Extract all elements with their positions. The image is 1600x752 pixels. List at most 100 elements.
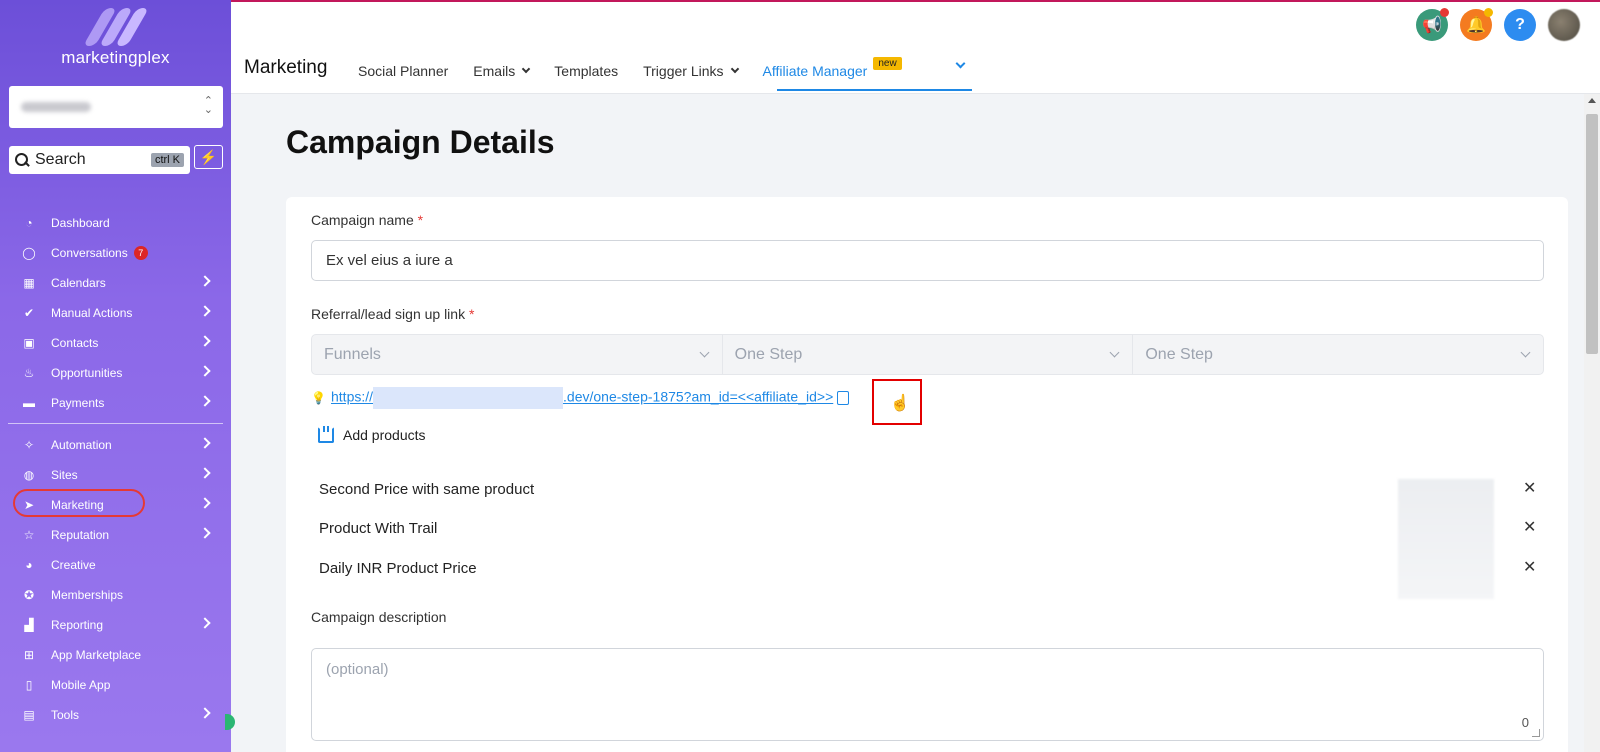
chart-line-icon: ▟	[24, 618, 34, 632]
sidebar-item-label: Memberships	[51, 588, 124, 602]
sidebar-item-conversations[interactable]: ◯ Conversations 7	[0, 238, 231, 268]
bell-icon[interactable]: 🔔	[1460, 8, 1493, 41]
referral-link-label: Referral/lead sign up link *	[311, 306, 475, 322]
sidebar-item-label: Creative	[51, 558, 96, 572]
updown-chevron-icon: ⌃ ⌄	[203, 95, 213, 116]
tab-emails[interactable]: Emails	[473, 62, 531, 80]
account-name-redacted	[21, 102, 91, 112]
tab-trigger-links[interactable]: Trigger Links	[643, 62, 739, 80]
notification-dot	[1484, 8, 1493, 17]
scroll-thumb[interactable]	[1586, 114, 1598, 354]
sidebar-item-app-marketplace[interactable]: ⊞ App Marketplace	[0, 640, 231, 670]
page-title: Campaign Details	[286, 124, 555, 160]
sidebar-item-label: Contacts	[51, 336, 99, 350]
wand-icon: ✧	[23, 438, 35, 452]
section-title: Marketing	[244, 57, 328, 78]
help-icon[interactable]: ?	[1504, 9, 1536, 41]
brand-logo[interactable]: marketingplex	[0, 8, 231, 68]
sidebar-item-label: Automation	[51, 438, 112, 452]
sidebar-item-contacts[interactable]: ▣ Contacts	[0, 328, 231, 358]
referral-link[interactable]: https://.dev/one-step-1875?am_id=<<affil…	[331, 387, 833, 409]
sidebar-item-payments[interactable]: ▬ Payments	[0, 388, 231, 418]
notification-dot	[1440, 8, 1449, 17]
add-products-button[interactable]: Add products	[318, 426, 426, 443]
avatar[interactable]	[1548, 9, 1580, 41]
product-item: Daily INR Product Price	[319, 560, 477, 577]
sidebar-item-calendars[interactable]: ▦ Calendars	[0, 268, 231, 298]
sidebar-item-mobile-app[interactable]: ▯ Mobile App	[0, 670, 231, 700]
scroll-up-arrow-icon[interactable]	[1588, 98, 1596, 103]
tab-label: Templates	[554, 63, 619, 79]
sidebar-item-tools[interactable]: ▤ Tools	[0, 700, 231, 730]
sidebar-item-automation[interactable]: ✧ Automation	[0, 430, 231, 460]
flame-icon: ♨	[23, 366, 35, 380]
star-icon: ☆	[23, 528, 35, 542]
chevron-right-icon	[199, 365, 211, 377]
chevron-right-icon	[199, 275, 211, 287]
tab-social-planner[interactable]: Social Planner	[358, 62, 448, 80]
phone-icon: ▯	[25, 678, 33, 692]
search-icon	[15, 153, 29, 167]
sidebar-item-dashboard[interactable]: ◔ Dashboard	[0, 208, 231, 238]
product-item: Product With Trail	[319, 520, 438, 537]
sidebar-item-sites[interactable]: ◍ Sites	[0, 460, 231, 490]
search-box[interactable]: Search ctrl K	[9, 146, 190, 174]
product-prices-redacted	[1398, 479, 1494, 599]
chevron-down-icon	[730, 64, 739, 74]
tab-affiliate-manager[interactable]: Affiliate Manager new	[763, 56, 902, 80]
account-switcher[interactable]: ⌃ ⌄	[9, 86, 223, 128]
help-glyph: ?	[1515, 16, 1525, 33]
campaign-name-label: Campaign name *	[311, 212, 424, 228]
sidebar: marketingplex ⌃ ⌄ Search ctrl K ⚡ ◔ Dashbo…	[0, 0, 231, 752]
chevron-right-icon	[199, 437, 211, 449]
remove-product-button[interactable]: ✕	[1523, 517, 1536, 537]
sidebar-item-label: App Marketplace	[51, 648, 142, 662]
select-value: One Step	[1145, 345, 1213, 363]
chevron-right-icon	[199, 497, 211, 509]
chevron-down-icon	[1109, 347, 1120, 358]
hand-cursor-icon: ☝	[890, 395, 910, 412]
sidebar-item-reputation[interactable]: ☆ Reputation	[0, 520, 231, 550]
funnel-select[interactable]: One Step	[723, 335, 1134, 374]
tab-templates[interactable]: Templates	[554, 62, 618, 80]
sidebar-item-reporting[interactable]: ▟ Reporting	[0, 610, 231, 640]
top-icons: 📢 🔔 ?	[1416, 8, 1580, 41]
sidebar-item-label: Dashboard	[51, 216, 110, 230]
description-textarea[interactable]: (optional) 0	[311, 648, 1544, 741]
quick-action-button[interactable]: ⚡	[194, 145, 223, 169]
megaphone-icon[interactable]: 📢	[1416, 8, 1449, 41]
calendar-icon: ▦	[23, 276, 35, 290]
globe-icon: ◍	[23, 468, 35, 482]
gauge-icon: ◔	[25, 216, 33, 230]
search-label: Search	[35, 151, 86, 168]
resize-handle-icon[interactable]	[1532, 729, 1540, 737]
sidebar-item-creative[interactable]: ◕ Creative	[0, 550, 231, 580]
char-counter: 0	[1521, 715, 1529, 730]
sidebar-item-opportunities[interactable]: ♨ Opportunities	[0, 358, 231, 388]
remove-product-button[interactable]: ✕	[1523, 557, 1536, 577]
campaign-name-input[interactable]: Ex vel eius a iure a	[311, 240, 1544, 281]
copy-icon[interactable]	[837, 391, 850, 405]
new-badge: new	[873, 56, 902, 70]
search-shortcut: ctrl K	[150, 153, 184, 167]
chevron-down-icon	[699, 347, 710, 358]
campaign-name-value: Ex vel eius a iure a	[326, 252, 453, 269]
sidebar-item-label: Tools	[51, 708, 80, 722]
sidebar-item-manual-actions[interactable]: ✔ Manual Actions	[0, 298, 231, 328]
sidebar-item-memberships[interactable]: ✪ Memberships	[0, 580, 231, 610]
collapse-handle[interactable]	[225, 714, 235, 730]
check-circle-icon: ✔	[23, 306, 35, 320]
referral-link-selects: Funnels One Step One Step	[311, 334, 1544, 375]
tab-label: Trigger Links	[643, 63, 724, 79]
page-scrollbar[interactable]	[1584, 94, 1600, 752]
select-value: One Step	[734, 345, 803, 363]
brand-name: marketingplex	[61, 48, 170, 67]
sidebar-divider	[8, 423, 223, 424]
sidebar-item-label: Reputation	[51, 528, 110, 542]
redacted-domain	[373, 387, 564, 409]
funnel-step-select[interactable]: One Step	[1133, 335, 1543, 374]
add-products-icon	[318, 426, 334, 443]
remove-product-button[interactable]: ✕	[1523, 478, 1536, 498]
funnel-type-select[interactable]: Funnels	[312, 335, 723, 374]
grid-icon: ⊞	[23, 648, 35, 662]
